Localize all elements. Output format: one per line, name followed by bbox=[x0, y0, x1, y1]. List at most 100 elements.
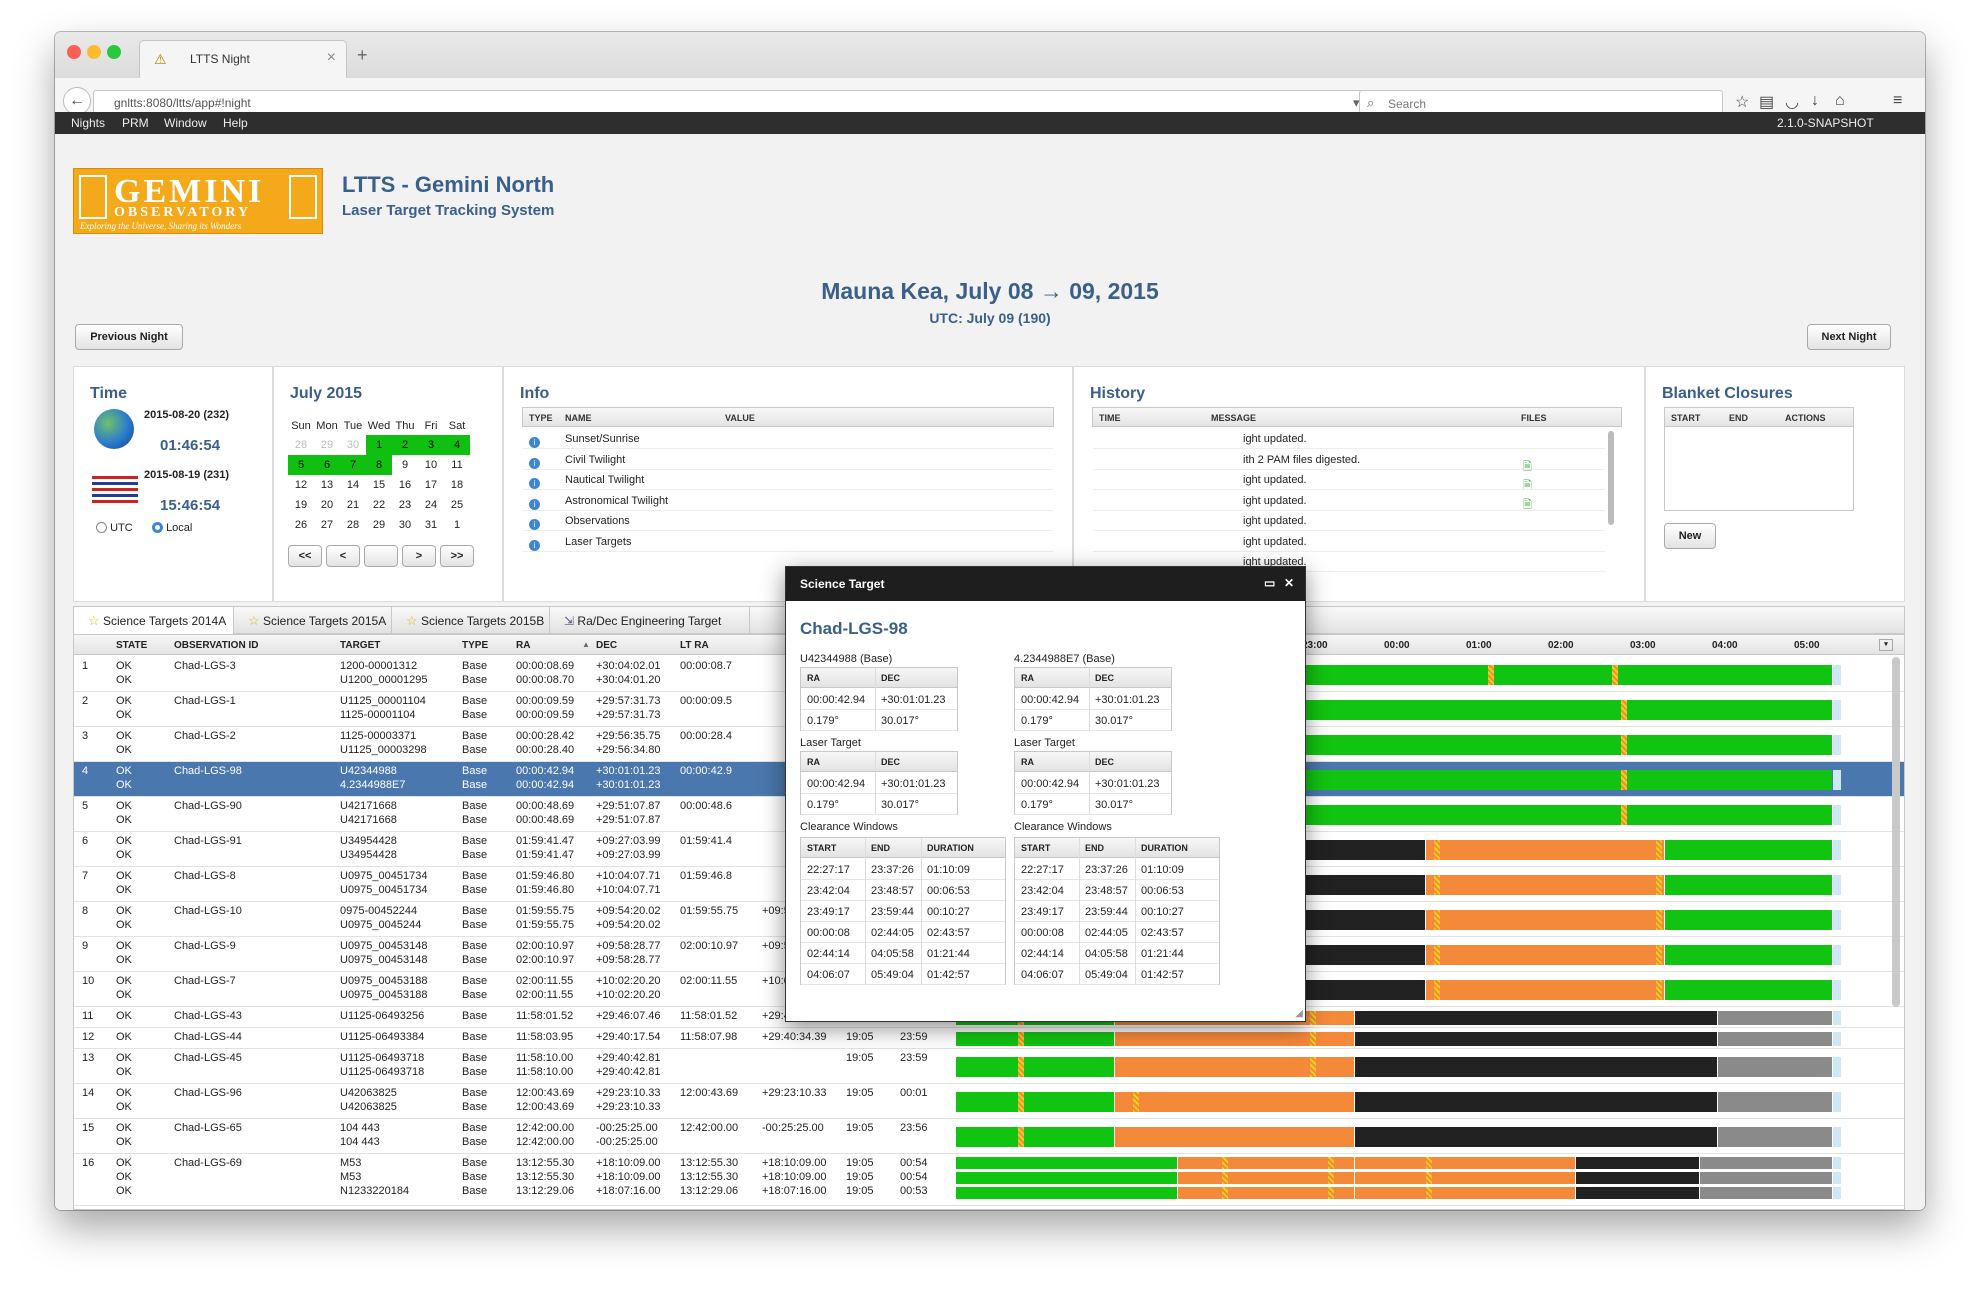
timeline-segment[interactable] bbox=[1833, 839, 1841, 860]
timeline-segment[interactable] bbox=[1833, 1031, 1841, 1046]
calendar-day[interactable]: 8 bbox=[366, 455, 392, 475]
calendar-day[interactable]: 3 bbox=[418, 435, 444, 455]
history-row[interactable]: ight updated. bbox=[1093, 532, 1605, 552]
timeline-segment[interactable] bbox=[1717, 1126, 1833, 1147]
timeline-segment[interactable] bbox=[956, 1172, 1177, 1184]
timeline-segment[interactable] bbox=[1274, 804, 1833, 825]
calendar-day[interactable]: 14 bbox=[340, 475, 366, 495]
calendar-day[interactable]: 12 bbox=[288, 475, 314, 495]
timeline-segment[interactable] bbox=[1354, 1010, 1717, 1025]
new-tab-icon[interactable]: + bbox=[357, 45, 368, 66]
calendar-day[interactable]: 30 bbox=[340, 435, 366, 455]
timeline-segment[interactable] bbox=[1274, 699, 1833, 720]
calendar-nav-button[interactable]: >> bbox=[440, 545, 474, 567]
hamburger-menu-icon[interactable]: ≡ bbox=[1893, 92, 1902, 110]
calendar-day[interactable]: 30 bbox=[392, 515, 418, 535]
calendar-day[interactable]: 5 bbox=[288, 455, 314, 475]
timeline-segment[interactable] bbox=[1833, 1172, 1841, 1184]
history-row[interactable]: ith 2 PAM files digested. 🗎 🗎 🗎 bbox=[1093, 450, 1605, 511]
calendar-day[interactable]: 6 bbox=[314, 455, 340, 475]
timeline-segment[interactable] bbox=[1425, 944, 1664, 965]
timeline-segment[interactable] bbox=[956, 1187, 1177, 1199]
tab-engineering-target[interactable]: ⇲ Ra/Dec Engineering Target bbox=[550, 607, 750, 635]
timeline-segment[interactable] bbox=[1354, 1187, 1576, 1199]
calendar-day[interactable]: 26 bbox=[288, 515, 314, 535]
timeline-segment[interactable] bbox=[1717, 1056, 1833, 1077]
timeline-segment[interactable] bbox=[1833, 804, 1841, 825]
calendar-nav-button[interactable]: > bbox=[402, 545, 436, 567]
menu-window[interactable]: Window bbox=[164, 116, 207, 130]
grid-scrollbar[interactable] bbox=[1892, 657, 1900, 1007]
timeline-segment[interactable] bbox=[1115, 1056, 1354, 1077]
timeline-segment[interactable] bbox=[1354, 1031, 1717, 1046]
info-row[interactable]: i Laser Targets bbox=[523, 532, 1053, 552]
calendar-day[interactable]: 28 bbox=[288, 435, 314, 455]
close-icon[interactable]: ✕ bbox=[1284, 576, 1294, 590]
calendar-day[interactable]: 4 bbox=[444, 435, 470, 455]
browser-tab[interactable]: ⚠ LTTS Night × bbox=[139, 40, 347, 78]
calendar-nav-button[interactable]: << bbox=[288, 545, 322, 567]
menu-help[interactable]: Help bbox=[223, 116, 248, 130]
zoom-window-button[interactable] bbox=[107, 45, 121, 59]
calendar-day[interactable]: 1 bbox=[444, 515, 470, 535]
timeline-segment[interactable] bbox=[1833, 664, 1841, 685]
history-row[interactable]: ight updated. bbox=[1093, 491, 1605, 511]
timeline-segment[interactable] bbox=[1833, 1187, 1841, 1199]
calendar-day[interactable]: 23 bbox=[392, 495, 418, 515]
timeline-segment[interactable] bbox=[956, 1091, 1115, 1112]
info-row[interactable]: i Sunset/Sunrise bbox=[523, 429, 1053, 449]
timeline-segment[interactable] bbox=[1274, 769, 1833, 790]
calendar-day[interactable]: 7 bbox=[340, 455, 366, 475]
timeline-segment[interactable] bbox=[1115, 1126, 1354, 1147]
timeline-segment[interactable] bbox=[1700, 1187, 1833, 1199]
timeline-segment[interactable] bbox=[1274, 734, 1833, 755]
history-row[interactable]: ight updated. bbox=[1093, 429, 1605, 449]
timeline-segment[interactable] bbox=[1833, 979, 1841, 1000]
info-row[interactable]: i Civil Twilight bbox=[523, 450, 1053, 470]
timeline-segment[interactable] bbox=[1833, 909, 1841, 930]
calendar-day[interactable]: 22 bbox=[366, 495, 392, 515]
resize-handle-icon[interactable]: ◢ bbox=[1295, 1008, 1303, 1019]
table-row[interactable]: 15 OK OK Chad-LGS-65 104 443 104 443 Base Base 1… bbox=[74, 1119, 1904, 1154]
calendar-day[interactable]: 15 bbox=[366, 475, 392, 495]
utc-radio[interactable]: UTC bbox=[96, 522, 133, 534]
calendar-day[interactable]: 21 bbox=[340, 495, 366, 515]
timeline-segment[interactable] bbox=[1354, 1157, 1576, 1169]
tab-science-2015a[interactable]: ☆ Science Targets 2015A bbox=[234, 607, 392, 635]
timeline-segment[interactable] bbox=[1425, 839, 1664, 860]
home-icon[interactable]: ⌂ bbox=[1835, 92, 1845, 110]
info-row[interactable]: i Nautical Twilight bbox=[523, 470, 1053, 490]
calendar-day[interactable]: 9 bbox=[392, 455, 418, 475]
timeline-segment[interactable] bbox=[1354, 1126, 1717, 1147]
maximize-icon[interactable]: ▭ bbox=[1264, 576, 1275, 590]
next-night-button[interactable]: Next Night bbox=[1807, 324, 1891, 350]
timeline-segment[interactable] bbox=[1274, 664, 1833, 685]
history-row[interactable]: ight updated. bbox=[1093, 511, 1605, 531]
timeline-segment[interactable] bbox=[1833, 1056, 1841, 1077]
timeline-segment[interactable] bbox=[1664, 979, 1833, 1000]
timeline-segment[interactable] bbox=[1576, 1157, 1700, 1169]
timeline-segment[interactable] bbox=[1717, 1010, 1833, 1025]
timeline-segment[interactable] bbox=[1833, 1010, 1841, 1025]
close-tab-icon[interactable]: × bbox=[327, 49, 336, 67]
timeline-segment[interactable] bbox=[1115, 1031, 1354, 1046]
back-button[interactable]: ← bbox=[63, 87, 91, 115]
pocket-icon[interactable]: ◡ bbox=[1785, 92, 1799, 112]
reading-list-icon[interactable]: ▤ bbox=[1759, 92, 1774, 112]
timeline-segment[interactable] bbox=[1717, 1091, 1833, 1112]
download-icon[interactable]: ↓ bbox=[1811, 92, 1819, 110]
timeline-segment[interactable] bbox=[956, 1056, 1115, 1077]
timeline-segment[interactable] bbox=[1833, 1091, 1841, 1112]
info-row[interactable]: i Observations bbox=[523, 511, 1053, 531]
bookmark-star-icon[interactable]: ☆ bbox=[1735, 92, 1749, 112]
calendar-nav-button[interactable] bbox=[364, 545, 398, 567]
calendar-day[interactable]: 29 bbox=[314, 435, 340, 455]
calendar-day[interactable]: 2 bbox=[392, 435, 418, 455]
calendar-day[interactable]: 31 bbox=[418, 515, 444, 535]
table-row[interactable]: 12 OK Chad-LGS-44 U1125-06493384 Base 11:58:0… bbox=[74, 1028, 1904, 1049]
calendar-day[interactable]: 17 bbox=[418, 475, 444, 495]
timeline-segment[interactable] bbox=[1425, 874, 1664, 895]
timeline-segment[interactable] bbox=[1833, 874, 1841, 895]
timeline-segment[interactable] bbox=[1115, 1091, 1354, 1112]
tab-science-2014a[interactable]: ☆ Science Targets 2014A bbox=[74, 607, 234, 635]
